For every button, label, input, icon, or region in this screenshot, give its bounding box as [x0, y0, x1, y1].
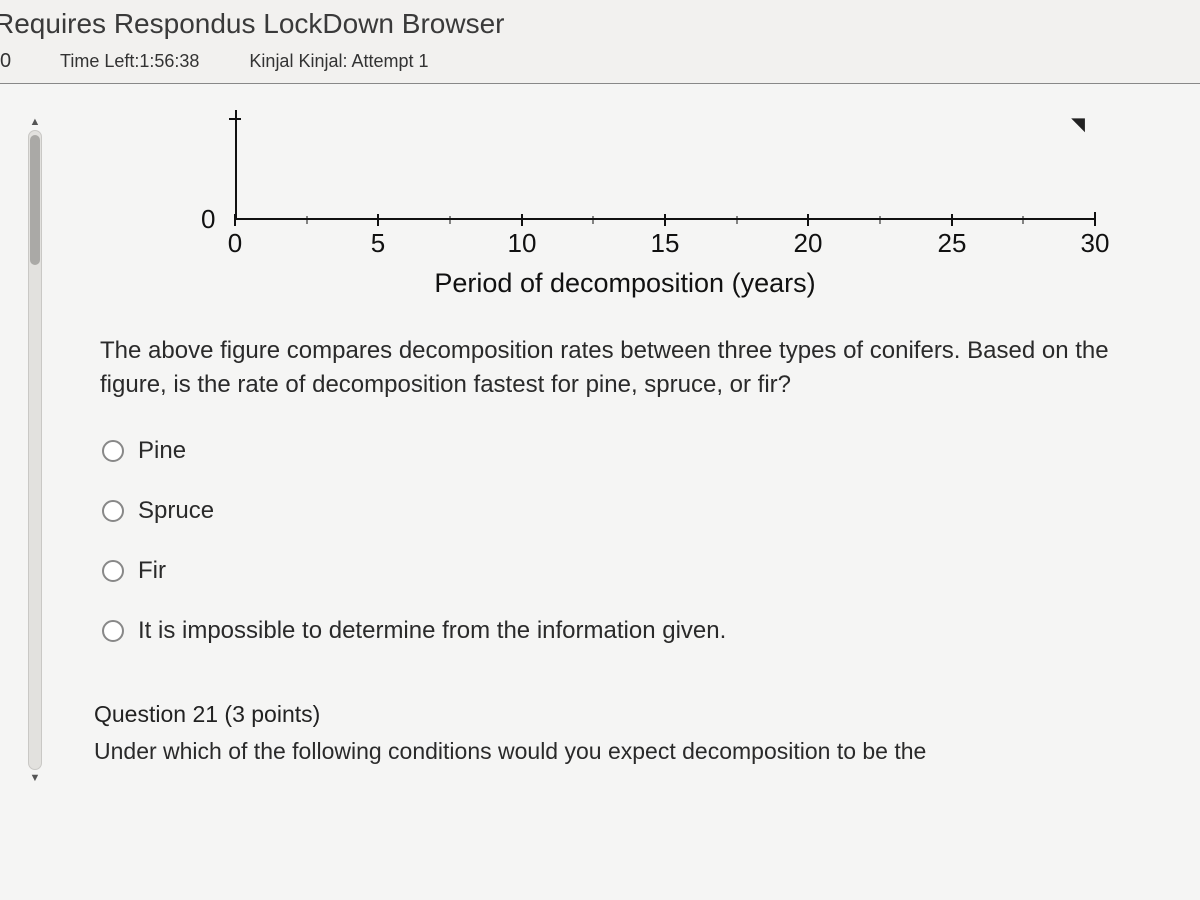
- option-pine[interactable]: Pine: [102, 437, 1160, 465]
- question-prompt: The above figure compares decomposition …: [100, 334, 1150, 401]
- x-tick-minor: [1023, 216, 1024, 224]
- time-left-label: Time Left:: [60, 51, 139, 71]
- radio-icon[interactable]: [102, 440, 124, 462]
- x-tick-minor: [737, 216, 738, 224]
- scrollbar-thumb[interactable]: [30, 135, 40, 265]
- option-spruce[interactable]: Spruce: [102, 497, 1160, 525]
- x-tick-mark-10: [521, 214, 523, 226]
- x-tick-minor: [307, 216, 308, 224]
- x-tick-mark-30: [1094, 214, 1096, 226]
- question-panel: ◥ 0 0 5 10 15 20 25: [70, 84, 1200, 889]
- next-question-block: Question 21 (3 points) Under which of th…: [90, 701, 1160, 765]
- page-title: Requires Respondus LockDown Browser: [0, 0, 1200, 46]
- x-tick-10: 10: [508, 228, 537, 259]
- next-question-text: Under which of the following conditions …: [94, 738, 1160, 765]
- next-question-points: (3 points): [224, 701, 320, 727]
- time-left-value: 1:56:38: [139, 51, 199, 71]
- x-tick-25: 25: [938, 228, 967, 259]
- x-tick-minor: [450, 216, 451, 224]
- option-label: Spruce: [138, 497, 214, 525]
- option-fir[interactable]: Fir: [102, 557, 1160, 585]
- option-label: Pine: [138, 437, 186, 465]
- radio-icon[interactable]: [102, 500, 124, 522]
- option-impossible[interactable]: It is impossible to determine from the i…: [102, 617, 1160, 645]
- y-tick-mark: [229, 118, 241, 120]
- answer-options: Pine Spruce Fir It is impossible to dete…: [102, 437, 1160, 645]
- decomposition-chart: ◥ 0 0 5 10 15 20 25: [135, 110, 1115, 310]
- scroll-up-icon[interactable]: ▲: [30, 116, 41, 128]
- x-tick-minor: [593, 216, 594, 224]
- x-tick-mark-20: [807, 214, 809, 226]
- x-tick-mark-25: [951, 214, 953, 226]
- x-tick-15: 15: [651, 228, 680, 259]
- bottom-fade: [70, 859, 1200, 889]
- x-tick-30: 30: [1081, 228, 1110, 259]
- scroll-down-icon[interactable]: ▼: [30, 772, 41, 784]
- x-tick-mark-5: [377, 214, 379, 226]
- x-tick-mark-0: [234, 214, 236, 226]
- header-subrow: 0 Time Left:1:56:38 Kinjal Kinjal: Attem…: [0, 46, 1200, 83]
- user-attempt: Kinjal Kinjal: Attempt 1: [249, 51, 428, 72]
- x-tick-mark-15: [664, 214, 666, 226]
- radio-icon[interactable]: [102, 560, 124, 582]
- x-tick-20: 20: [794, 228, 823, 259]
- quiz-header: Requires Respondus LockDown Browser 0 Ti…: [0, 0, 1200, 84]
- x-tick-minor: [880, 216, 881, 224]
- x-tick-0: 0: [228, 228, 242, 259]
- next-question-header: Question 21 (3 points): [94, 701, 1160, 728]
- x-tick-5: 5: [371, 228, 385, 259]
- option-label: It is impossible to determine from the i…: [138, 617, 726, 645]
- next-question-number: Question 21: [94, 701, 218, 727]
- scrollbar-track[interactable]: [28, 130, 42, 770]
- time-left: Time Left:1:56:38: [60, 51, 199, 72]
- header-left-number: 0: [0, 50, 20, 73]
- y-tick-0: 0: [201, 204, 215, 235]
- vertical-scrollbar[interactable]: ▲ ▼: [0, 84, 70, 889]
- option-label: Fir: [138, 557, 166, 585]
- radio-icon[interactable]: [102, 620, 124, 642]
- chart-axis-frame: [235, 110, 1095, 220]
- x-axis-label: Period of decomposition (years): [135, 268, 1115, 299]
